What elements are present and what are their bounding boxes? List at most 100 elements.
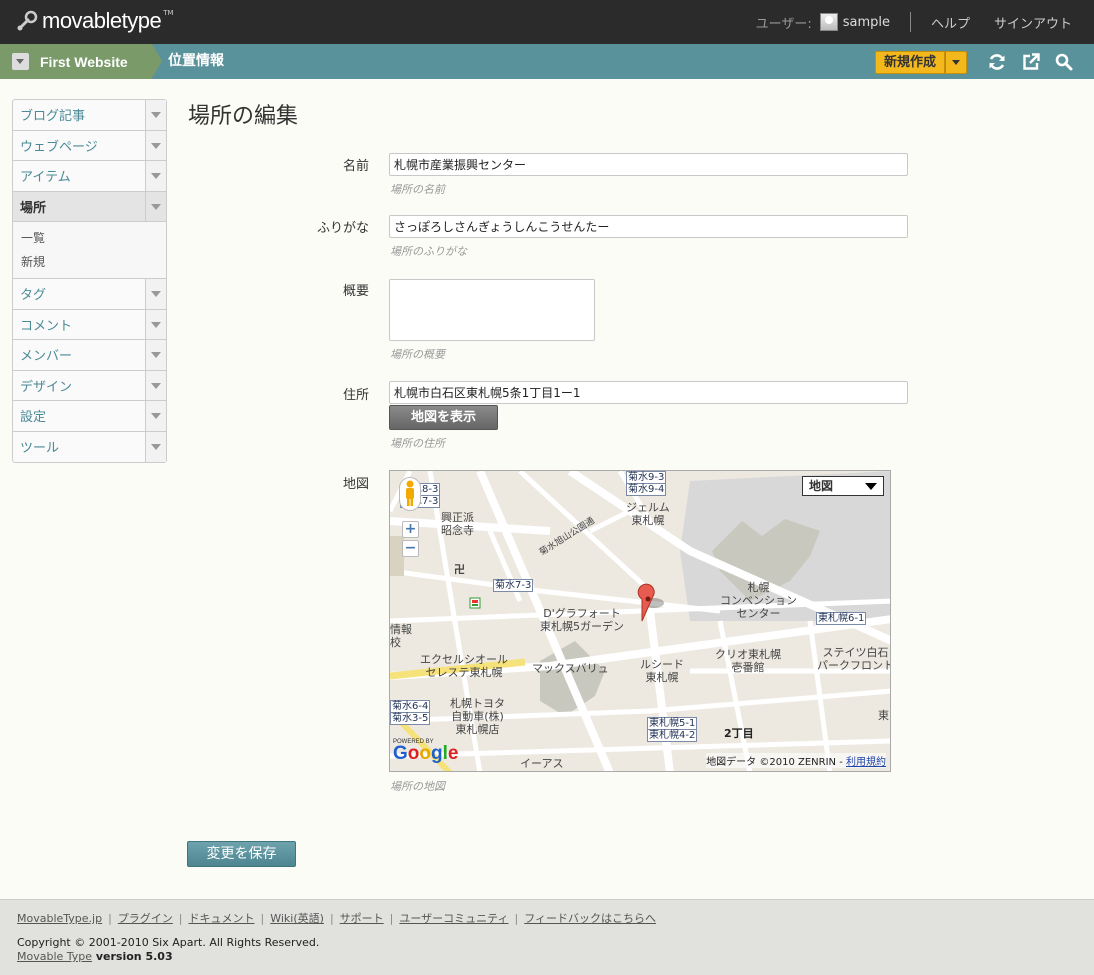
version: Movable Type version 5.03 <box>17 950 173 963</box>
submenu-item-new[interactable]: 新規 <box>13 250 166 274</box>
map-shield: 菊水9-4 <box>626 483 667 496</box>
copyright: Copyright © 2001-2010 Six Apart. All Rig… <box>17 936 320 949</box>
map-hint: 場所の地図 <box>390 780 445 793</box>
menu-item-assets[interactable]: アイテム <box>13 161 166 192</box>
map-label-school: 情報 校 <box>390 623 412 649</box>
summary-label: 概要 <box>342 284 369 299</box>
logo-trademark: TM <box>163 9 174 17</box>
menu-item-locations[interactable]: 場所 <box>13 191 166 222</box>
search-icon[interactable] <box>1054 52 1074 72</box>
menu-item-label[interactable]: タグ <box>13 284 46 303</box>
zoom-in-button[interactable]: + <box>402 521 419 538</box>
menu-item-label[interactable]: 場所 <box>13 197 46 216</box>
menu-item-design[interactable]: デザイン <box>13 370 166 401</box>
map-label-toyota: 札幌トヨタ 自動車(株) 東札幌店 <box>450 697 505 736</box>
footer-link-wiki[interactable]: Wiki(英語) <box>270 912 324 925</box>
stays-label: ステイツ白石 パークフロント <box>817 646 891 672</box>
map-shield: 東札幌4-2 <box>647 729 698 742</box>
menu-item-settings[interactable]: 設定 <box>13 401 166 432</box>
chevron-down-icon[interactable] <box>145 370 166 400</box>
signout-link[interactable]: サインアウト <box>994 13 1072 32</box>
username-link[interactable]: sample <box>843 15 890 30</box>
chevron-down-icon[interactable] <box>145 340 166 370</box>
zoom-out-button[interactable]: − <box>402 540 419 557</box>
address-label: 住所 <box>342 388 369 403</box>
chevron-down-icon[interactable] <box>145 191 166 221</box>
new-create-button[interactable]: 新規作成 <box>875 51 968 74</box>
map-label-dgrafort: D'グラフォート 東札幌5ガーデン <box>540 607 624 633</box>
footer-link-movabletype[interactable]: MovableType.jp <box>17 912 102 925</box>
chevron-down-icon[interactable] <box>945 51 968 74</box>
ias-label: イーアス <box>520 757 564 770</box>
menu-item-label[interactable]: デザイン <box>13 376 72 395</box>
site-name[interactable]: First Website <box>40 54 128 70</box>
help-link[interactable]: ヘルプ <box>931 13 970 32</box>
chevron-down-icon[interactable] <box>145 100 166 130</box>
menu-item-tags[interactable]: タグ <box>13 279 166 310</box>
scope-bar: First Website 位置情報 新規作成 <box>0 44 1094 79</box>
side-menu: ブログ記事 ウェブページ アイテム 場所 一覧 新規 タグ コメント メンバー … <box>12 99 167 463</box>
menu-item-label[interactable]: ウェブページ <box>13 136 98 155</box>
temple-icon: 卍 <box>454 563 465 576</box>
menu-item-webpages[interactable]: ウェブページ <box>13 130 166 161</box>
terms-link[interactable]: 利用規約 <box>846 757 886 768</box>
dgrafort-label: D'グラフォート 東札幌5ガーデン <box>540 607 624 633</box>
refresh-icon[interactable] <box>987 52 1007 72</box>
footer-links: MovableType.jp | プラグイン | ドキュメント | Wiki(英語) | サポー… <box>17 910 656 926</box>
kana-label: ふりがな <box>316 221 369 236</box>
google-wordmark: Google <box>393 743 459 764</box>
save-button[interactable]: 変更を保存 <box>187 841 296 867</box>
avatar[interactable] <box>819 13 838 31</box>
separator: | <box>514 912 519 925</box>
logo[interactable]: movabletype TM <box>16 6 174 36</box>
footer-link-support[interactable]: サポート <box>340 912 384 925</box>
submenu-item-list[interactable]: 一覧 <box>13 226 166 250</box>
menu-item-tools[interactable]: ツール <box>13 431 166 462</box>
menu-item-entries[interactable]: ブログ記事 <box>13 100 166 131</box>
menu-item-label[interactable]: コメント <box>13 315 72 334</box>
new-create-label[interactable]: 新規作成 <box>875 51 946 74</box>
separator: | <box>389 912 394 925</box>
footer-link-plugins[interactable]: プラグイン <box>118 912 173 925</box>
map-label-maxvalu: マックスバリュ <box>532 662 609 675</box>
clio-label: クリオ東札幌 壱番館 <box>715 648 781 674</box>
submenu-locations: 一覧 新規 <box>13 222 166 279</box>
summary-textarea[interactable] <box>389 279 595 341</box>
footer-link-feedback[interactable]: フィードバックはこちらへ <box>524 912 656 925</box>
chevron-down-icon[interactable] <box>145 431 166 462</box>
menu-item-comments[interactable]: コメント <box>13 309 166 340</box>
map-copyright-text: 地図データ ©2010 ZENRIN - <box>706 757 846 768</box>
product-link[interactable]: Movable Type <box>17 950 92 963</box>
chevron-down-icon[interactable] <box>12 53 29 70</box>
show-map-button[interactable]: 地図を表示 <box>389 405 498 430</box>
external-link-icon[interactable] <box>1021 52 1041 72</box>
map-label-excel: エクセルシオール セレステ東札幌 <box>420 653 508 679</box>
street-view-pegman-icon[interactable] <box>399 477 421 511</box>
chevron-down-icon[interactable] <box>145 161 166 191</box>
chevron-down-icon[interactable] <box>145 401 166 431</box>
chevron-down-icon[interactable] <box>145 130 166 160</box>
2chome-label: 2丁目 <box>724 727 754 740</box>
chevron-down-icon[interactable] <box>145 309 166 339</box>
map-view[interactable]: 興正派 昭念寺 卍 ジェルム 東札幌 D'グラフォート 東札幌5ガーデン 札幌 … <box>389 470 891 772</box>
name-field[interactable] <box>389 153 908 176</box>
menu-item-label[interactable]: メンバー <box>13 345 72 364</box>
chevron-down-icon[interactable] <box>145 279 166 309</box>
google-logo: POWERED BY Google <box>393 739 458 763</box>
map-label-convention: 札幌 コンベンション センター <box>720 581 797 620</box>
site-selector[interactable]: First Website <box>0 44 162 79</box>
map-type-select[interactable]: 地図 <box>802 476 884 496</box>
menu-item-label[interactable]: 設定 <box>13 406 46 425</box>
address-field[interactable] <box>389 381 908 404</box>
menu-item-members[interactable]: メンバー <box>13 340 166 371</box>
menu-item-label[interactable]: アイテム <box>13 166 71 185</box>
menu-item-label[interactable]: ツール <box>13 437 59 456</box>
footer-link-docs[interactable]: ドキュメント <box>189 912 255 925</box>
separator: | <box>260 912 265 925</box>
menu-item-label[interactable]: ブログ記事 <box>13 105 85 124</box>
footer-link-community[interactable]: ユーザーコミュニティ <box>399 912 508 925</box>
school-label: 情報 校 <box>390 623 412 649</box>
excel-label: エクセルシオール セレステ東札幌 <box>420 653 508 679</box>
map-label-stays: ステイツ白石 パークフロント <box>817 646 891 672</box>
kana-field[interactable] <box>389 215 908 238</box>
